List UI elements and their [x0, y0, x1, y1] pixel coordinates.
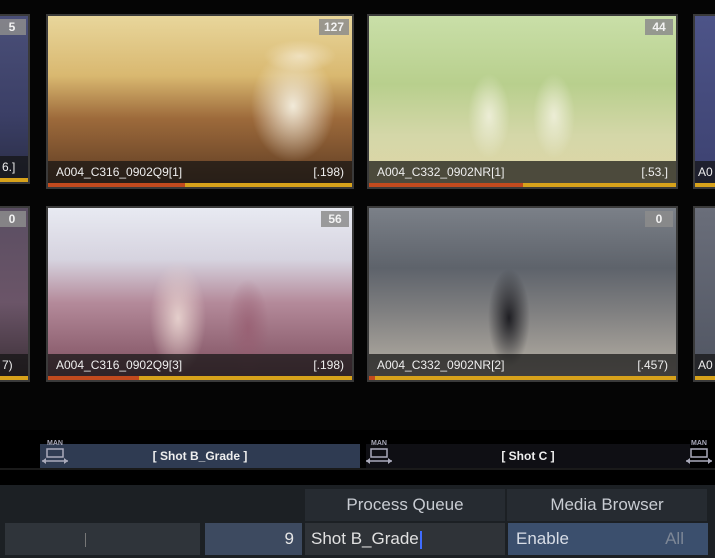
clip-progress-bar	[48, 376, 352, 380]
clip-count-badge: 44	[645, 19, 673, 35]
clip-name: A004_C332_0902NR[1]	[377, 165, 505, 179]
clip-count-badge: 56	[321, 211, 349, 227]
clip-value: 6.]	[2, 160, 16, 174]
manual-marker-icon[interactable]: MAN	[684, 440, 714, 470]
clip-count-badge: 127	[318, 19, 349, 35]
clip-progress-bar	[369, 376, 676, 380]
shot-timeline: [ Shot B_Grade ] [ Shot C ] MAN MAN MAN	[0, 430, 715, 485]
clip-thumbnail-partial-right-top[interactable]: A0	[693, 14, 715, 189]
enable-label: Enable	[516, 529, 569, 548]
clip-thumbnail-partial-right-bottom[interactable]: A0	[693, 206, 715, 382]
manual-marker-label: MAN	[371, 440, 387, 447]
manual-marker-label: MAN	[691, 440, 707, 447]
clip-thumbnail[interactable]: 127 A004_C316_0902Q9[1] [.198)	[46, 14, 354, 189]
manual-marker-icon[interactable]: MAN	[364, 440, 394, 470]
clip-info-bar: A004_C316_0902Q9[1] [.198)	[48, 161, 352, 183]
clip-value: [.198)	[313, 358, 344, 372]
text-cursor	[419, 530, 422, 549]
clip-count-badge: 0	[0, 211, 26, 227]
clip-count-badge: 0	[645, 211, 673, 227]
clip-name: A004_C332_0902NR[2]	[377, 358, 505, 372]
manual-marker-icon[interactable]: MAN	[40, 440, 70, 470]
tab-process-queue[interactable]: Process Queue	[305, 489, 505, 521]
clip-value: [.53.]	[641, 165, 668, 179]
clip-name: A004_C316_0902Q9[1]	[56, 165, 183, 179]
all-button[interactable]: All	[665, 523, 684, 555]
timeline-segment-shot-c[interactable]: [ Shot C ]	[366, 444, 690, 468]
clip-grid: 5 6.] 0 7) 127 A004_C316_0902Q9[1] [.198…	[0, 0, 715, 430]
tab-media-browser[interactable]: Media Browser	[507, 489, 707, 521]
clip-value: [.198)	[313, 165, 344, 179]
clip-count-badge: 5	[0, 19, 26, 35]
clip-name: A004_C316_0902Q9[3]	[56, 358, 183, 372]
timeline-scrub-field[interactable]	[5, 523, 200, 555]
clip-name: A0	[698, 358, 713, 372]
clip-value: [.457)	[637, 358, 668, 372]
clip-thumbnail-partial-left-top[interactable]: 5 6.]	[0, 14, 30, 184]
number-field[interactable]: 9	[205, 523, 302, 555]
clip-thumbnail[interactable]: 56 A004_C316_0902Q9[3] [.198)	[46, 206, 354, 382]
scrub-tick	[85, 533, 86, 547]
clip-name: A0	[698, 165, 713, 179]
shot-name-value: Shot B_Grade	[311, 529, 419, 548]
timeline-segment-shot-b[interactable]: [ Shot B_Grade ]	[40, 444, 360, 468]
clip-progress-bar	[369, 183, 676, 187]
timeline-track	[0, 468, 715, 470]
shot-name-input[interactable]: Shot B_Grade	[305, 523, 505, 555]
clip-thumbnail[interactable]: 44 A004_C332_0902NR[1] [.53.]	[367, 14, 678, 189]
enable-button[interactable]: Enable All	[508, 523, 708, 555]
clip-thumbnail[interactable]: 0 A004_C332_0902NR[2] [.457)	[367, 206, 678, 382]
clip-thumbnail-partial-left-bottom[interactable]: 0 7)	[0, 206, 30, 382]
clip-info-bar: A004_C332_0902NR[1] [.53.]	[369, 161, 676, 183]
clip-progress-bar	[48, 183, 352, 187]
control-panel: Process Queue Media Browser 9 Shot B_Gra…	[0, 485, 715, 558]
clip-info-bar: A004_C332_0902NR[2] [.457)	[369, 354, 676, 376]
manual-marker-label: MAN	[47, 440, 63, 447]
clip-info-bar: A004_C316_0902Q9[3] [.198)	[48, 354, 352, 376]
clip-value: 7)	[2, 358, 13, 372]
